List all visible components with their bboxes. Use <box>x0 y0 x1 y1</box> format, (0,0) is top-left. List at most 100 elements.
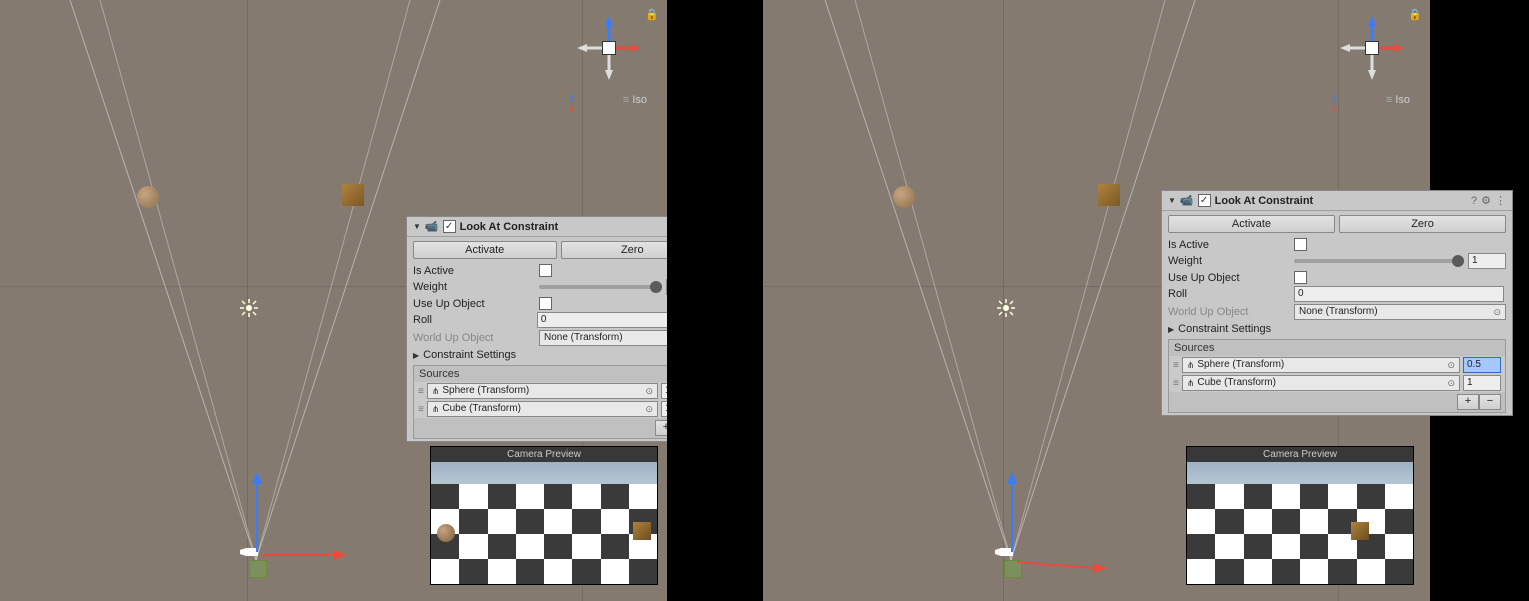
scene-viewport-left[interactable]: z x 🔒 ≡ Iso ▼ 📹 Look At Constraint ? ⚙ ⋮… <box>0 0 667 601</box>
gizmo-center[interactable] <box>602 41 616 55</box>
activate-button[interactable]: Activate <box>413 241 557 259</box>
component-icon: 📹 <box>425 220 439 233</box>
transform-icon: ⋔ <box>1187 376 1195 390</box>
source-object-field[interactable]: ⋔Sphere (Transform)⊙ <box>1182 357 1460 373</box>
object-picker-icon[interactable]: ⊙ <box>1447 358 1455 372</box>
source-weight-field[interactable]: 1 <box>1463 375 1501 391</box>
scene-cube[interactable] <box>342 184 364 206</box>
preview-cube <box>1351 522 1369 540</box>
enable-checkbox[interactable] <box>443 220 456 233</box>
add-source-button[interactable]: + <box>655 420 667 436</box>
collapse-icon[interactable]: ▼ <box>1168 196 1176 205</box>
drag-handle-icon[interactable]: ≡ <box>1173 360 1179 371</box>
is-active-label: Is Active <box>413 265 533 277</box>
projection-label[interactable]: ≡ Iso <box>623 94 647 106</box>
constraint-settings-header[interactable]: ▶Constraint Settings <box>407 347 667 363</box>
collapse-icon[interactable]: ▼ <box>413 222 421 231</box>
world-up-field[interactable]: None (Transform)⊙ <box>1294 304 1506 320</box>
add-source-button[interactable]: + <box>1457 394 1479 410</box>
x-axis-arrow[interactable] <box>262 548 347 562</box>
camera-preview-right: Camera Preview <box>1186 446 1414 585</box>
remove-source-button[interactable]: − <box>1479 394 1501 410</box>
sources-label: Sources <box>1169 340 1505 356</box>
object-picker-icon[interactable]: ⊙ <box>645 384 653 398</box>
component-title: Look At Constraint <box>460 221 665 233</box>
component-title: Look At Constraint <box>1215 195 1467 207</box>
drag-handle-icon[interactable]: ≡ <box>418 386 424 397</box>
weight-field[interactable]: 1 <box>666 279 667 295</box>
menu-icon[interactable]: ⋮ <box>1495 194 1506 207</box>
world-up-label: World Up Object <box>413 332 533 344</box>
source-object-field[interactable]: ⋔Cube (Transform)⊙ <box>427 401 658 417</box>
light-icon[interactable] <box>997 299 1015 317</box>
constraint-settings-header[interactable]: ▶Constraint Settings <box>1162 321 1512 337</box>
source-object-field[interactable]: ⋔Cube (Transform)⊙ <box>1182 375 1460 391</box>
drag-handle-icon[interactable]: ≡ <box>418 404 424 415</box>
transform-icon: ⋔ <box>432 402 440 416</box>
scene-cube[interactable] <box>1098 184 1120 206</box>
preset-icon[interactable]: ⚙ <box>1481 194 1491 207</box>
use-up-label: Use Up Object <box>1168 272 1288 284</box>
weight-slider[interactable] <box>1294 259 1464 263</box>
camera-preview-view <box>1187 462 1413 584</box>
enable-checkbox[interactable] <box>1198 194 1211 207</box>
zero-button[interactable]: Zero <box>561 241 668 259</box>
drag-handle-icon[interactable]: ≡ <box>1173 378 1179 389</box>
sources-list: Sources ≡ ⋔Sphere (Transform)⊙ 0.5 ≡ ⋔Cu… <box>1168 339 1506 413</box>
orientation-gizmo[interactable]: z x <box>569 8 649 88</box>
use-up-label: Use Up Object <box>413 298 533 310</box>
component-header[interactable]: ▼ 📹 Look At Constraint ? ⚙ ⋮ <box>407 217 667 237</box>
transform-icon: ⋔ <box>432 384 440 398</box>
x-axis-arrow[interactable] <box>1018 556 1108 576</box>
is-active-checkbox[interactable] <box>1294 238 1307 251</box>
orientation-gizmo[interactable]: z x <box>1332 8 1412 88</box>
help-icon[interactable]: ? <box>1471 195 1477 207</box>
object-picker-icon[interactable]: ⊙ <box>1493 305 1501 319</box>
light-icon[interactable] <box>240 299 258 317</box>
sources-label: Sources <box>414 366 667 382</box>
projection-label[interactable]: ≡ Iso <box>1386 94 1410 106</box>
lookat-inspector-right: ▼ 📹 Look At Constraint ? ⚙ ⋮ Activate Ze… <box>1161 190 1513 416</box>
scene-sphere[interactable] <box>893 186 915 208</box>
camera-preview-left: Camera Preview <box>430 446 658 585</box>
source-row: ≡ ⋔Cube (Transform)⊙ 1 <box>1169 374 1505 392</box>
source-weight-field[interactable]: 0.5 <box>1463 357 1501 373</box>
roll-label: Roll <box>413 314 531 326</box>
is-active-label: Is Active <box>1168 239 1288 251</box>
source-object-field[interactable]: ⋔Sphere (Transform)⊙ <box>427 383 658 399</box>
transform-icon: ⋔ <box>1187 358 1195 372</box>
camera-selection[interactable] <box>249 560 267 578</box>
weight-label: Weight <box>413 281 533 293</box>
weight-label: Weight <box>1168 255 1288 267</box>
weight-slider[interactable] <box>539 285 662 289</box>
activate-button[interactable]: Activate <box>1168 215 1335 233</box>
source-weight-field[interactable]: 1 <box>661 401 667 417</box>
use-up-checkbox[interactable] <box>1294 271 1307 284</box>
lock-icon[interactable]: 🔒 <box>1408 8 1422 21</box>
y-axis-arrow[interactable] <box>1005 472 1019 552</box>
source-row: ≡ ⋔Sphere (Transform)⊙ 1 <box>414 382 667 400</box>
preview-sphere <box>437 524 455 542</box>
use-up-checkbox[interactable] <box>539 297 552 310</box>
scene-sphere[interactable] <box>137 186 159 208</box>
object-picker-icon[interactable]: ⊙ <box>1447 376 1455 390</box>
camera-preview-view <box>431 462 657 584</box>
roll-field[interactable]: 0 <box>537 312 667 328</box>
gizmo-center[interactable] <box>1365 41 1379 55</box>
source-weight-field[interactable]: 1 <box>661 383 667 399</box>
weight-field[interactable]: 1 <box>1468 253 1506 269</box>
object-picker-icon[interactable]: ⊙ <box>645 402 653 416</box>
lock-icon[interactable]: 🔒 <box>645 8 659 21</box>
sources-list: Sources ≡ ⋔Sphere (Transform)⊙ 1 ≡ ⋔Cube… <box>413 365 667 439</box>
is-active-checkbox[interactable] <box>539 264 552 277</box>
component-header[interactable]: ▼ 📹 Look At Constraint ? ⚙ ⋮ <box>1162 191 1512 211</box>
camera-preview-title: Camera Preview <box>431 447 657 462</box>
world-up-label: World Up Object <box>1168 306 1288 318</box>
roll-label: Roll <box>1168 288 1288 300</box>
zero-button[interactable]: Zero <box>1339 215 1506 233</box>
source-row: ≡ ⋔Cube (Transform)⊙ 1 <box>414 400 667 418</box>
preview-cube <box>633 522 651 540</box>
world-up-field[interactable]: None (Transform)⊙ <box>539 330 667 346</box>
y-axis-arrow[interactable] <box>250 472 264 552</box>
roll-field[interactable]: 0 <box>1294 286 1504 302</box>
